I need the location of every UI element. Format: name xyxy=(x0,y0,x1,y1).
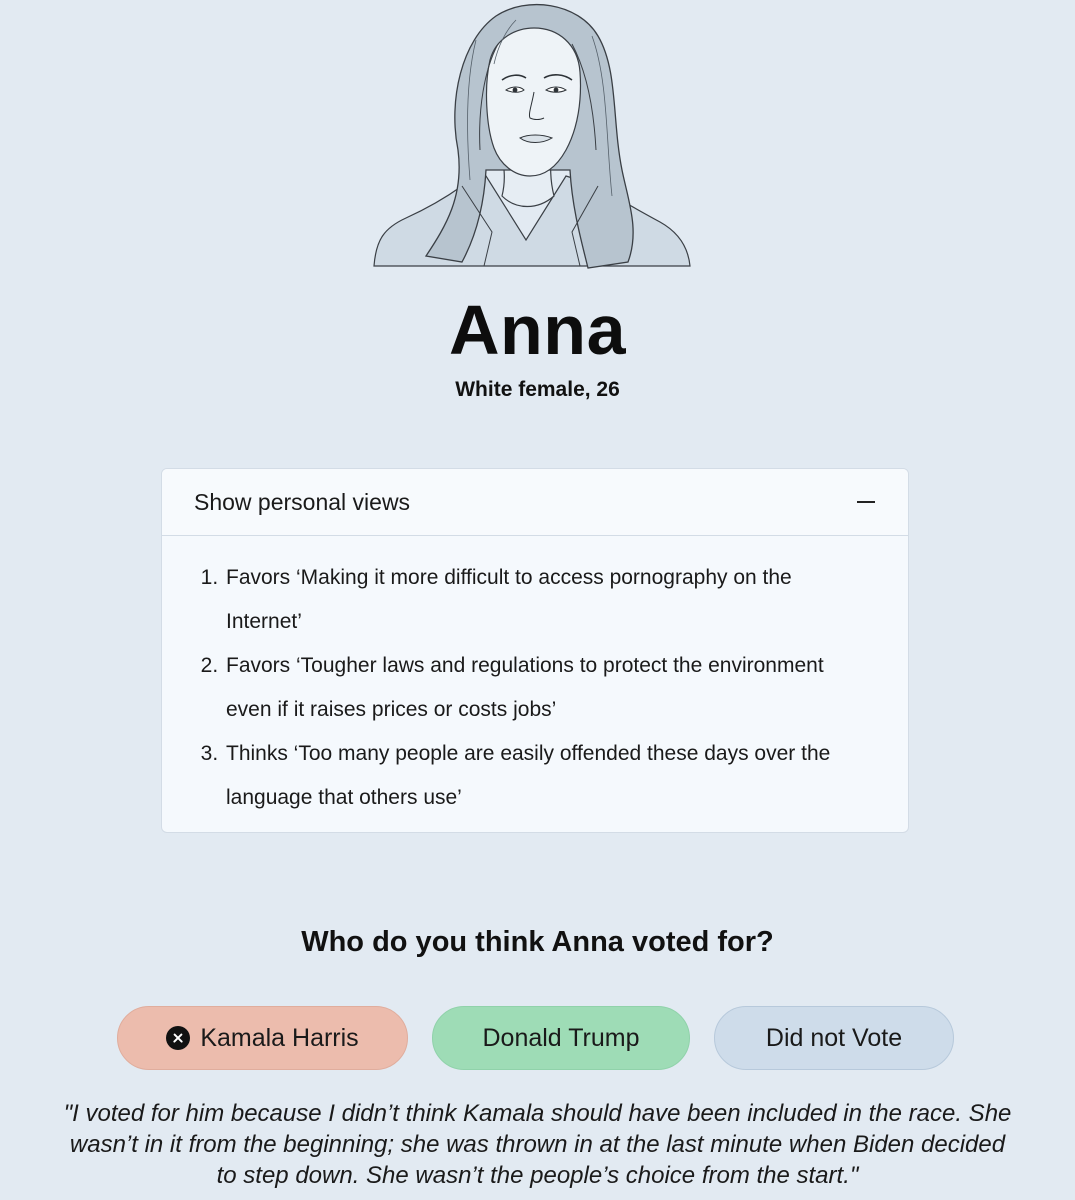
vote-did-not-vote-button[interactable]: Did not Vote xyxy=(714,1006,954,1070)
vote-trump-label: Donald Trump xyxy=(482,1023,640,1052)
question-heading: Who do you think Anna voted for? xyxy=(301,926,774,958)
profile-name: Anna xyxy=(449,291,626,369)
voter-quote: "I voted for him because I didn’t think … xyxy=(63,1100,1012,1189)
personal-views-list: Favors ‘Making it more difficult to acce… xyxy=(162,536,908,820)
vote-trump-button[interactable]: Donald Trump xyxy=(432,1006,690,1070)
portrait-illustration xyxy=(373,4,691,269)
list-item: Favors ‘Making it more difficult to acce… xyxy=(224,556,868,644)
minus-icon[interactable] xyxy=(856,491,876,513)
vote-did-not-vote-label: Did not Vote xyxy=(765,1023,903,1052)
personal-views-label: Show personal views xyxy=(194,488,411,515)
x-circle-icon xyxy=(166,1026,191,1050)
list-item: Thinks ‘Too many people are easily offen… xyxy=(224,732,868,820)
list-item: Favors ‘Tougher laws and regulations to … xyxy=(224,644,868,732)
personal-views-toggle[interactable]: Show personal views xyxy=(162,469,908,536)
profile-description: White female, 26 xyxy=(455,378,620,401)
personal-views-panel: Show personal views Favors ‘Making it mo… xyxy=(161,468,909,833)
vote-harris-label: Kamala Harris xyxy=(200,1023,359,1052)
vote-harris-button[interactable]: Kamala Harris xyxy=(117,1006,408,1070)
